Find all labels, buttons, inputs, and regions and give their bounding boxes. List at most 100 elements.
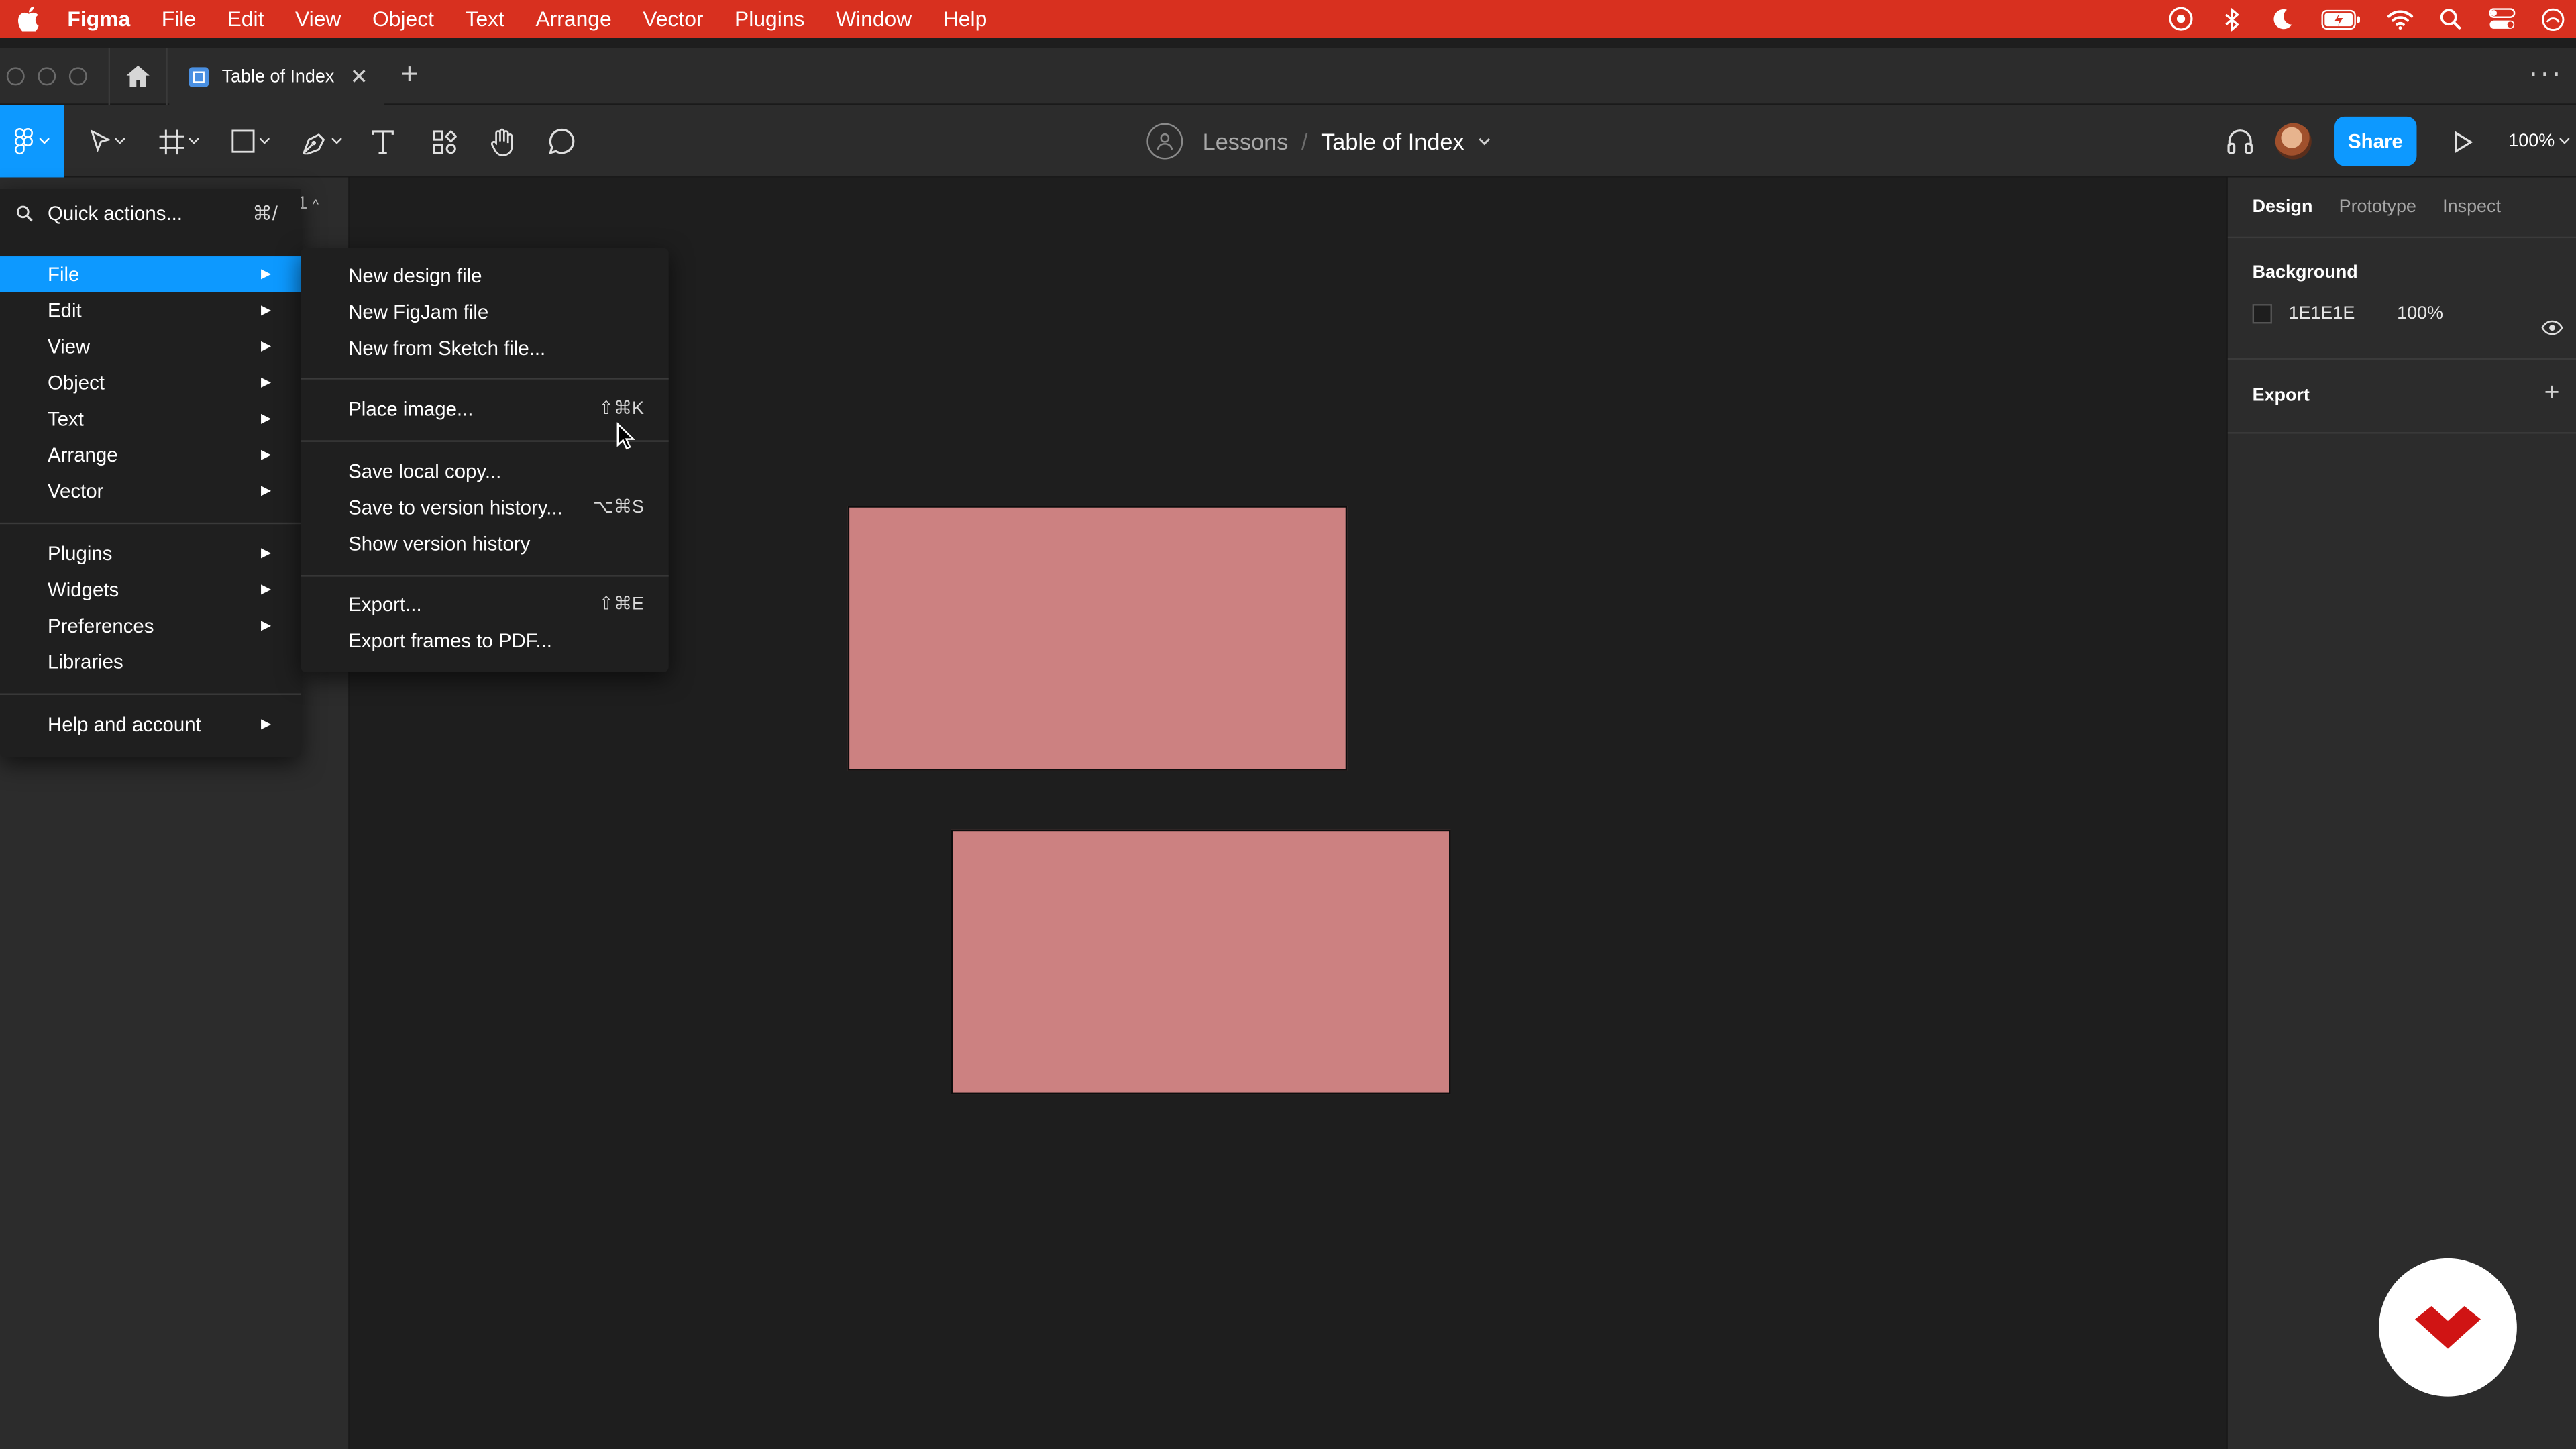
quick-actions-item[interactable]: Quick actions... ⌘/: [0, 189, 301, 238]
bluetooth-icon[interactable]: [2218, 7, 2246, 31]
tab-prototype[interactable]: Prototype: [2339, 197, 2416, 237]
tab-design[interactable]: Design: [2253, 197, 2313, 237]
submenu-item-label: New from Sketch file...: [348, 337, 546, 360]
main-menu-button[interactable]: [0, 105, 64, 178]
avatar[interactable]: [2275, 123, 2312, 160]
chevron-down-icon[interactable]: [1479, 137, 1491, 145]
main-menu-item-plugins[interactable]: Plugins ▶: [0, 535, 301, 572]
home-icon[interactable]: [108, 48, 168, 105]
submenu-item-export-frames-to-pdf[interactable]: Export frames to PDF...: [301, 623, 669, 659]
menubar-item-window[interactable]: Window: [820, 0, 928, 38]
submenu-arrow-icon: ▶: [261, 483, 272, 498]
tab-table-of-index[interactable]: Table of Index ✕: [169, 48, 385, 105]
tab-inspect[interactable]: Inspect: [2443, 197, 2501, 237]
frame-tool-button[interactable]: [153, 105, 205, 178]
rectangle-icon: [231, 129, 254, 153]
properties-tabs: Design Prototype Inspect: [2227, 177, 2576, 239]
submenu-item-place-image[interactable]: Place image... ⇧⌘K: [301, 391, 669, 427]
menubar-item-object[interactable]: Object: [357, 0, 450, 38]
breadcrumb-project[interactable]: Lessons: [1203, 128, 1289, 154]
zoom-dropdown[interactable]: 100%: [2508, 131, 2570, 151]
menubar-item-file[interactable]: File: [146, 0, 211, 38]
main-menu-item-libraries[interactable]: Libraries: [0, 644, 301, 680]
battery-icon[interactable]: [2320, 7, 2363, 30]
pen-tool-button[interactable]: [296, 105, 348, 178]
submenu-item-label: Save to version history...: [348, 496, 563, 519]
screen-share-icon[interactable]: [2167, 7, 2195, 31]
submenu-item-export[interactable]: Export... ⇧⌘E: [301, 586, 669, 623]
main-menu-item-vector[interactable]: Vector ▶: [0, 473, 301, 509]
menubar-item-arrange[interactable]: Arrange: [520, 0, 627, 38]
eye-icon[interactable]: [2541, 320, 2563, 340]
present-play-icon[interactable]: [2446, 130, 2482, 152]
shape-tool-button[interactable]: [223, 105, 276, 178]
plus-icon[interactable]: +: [2544, 380, 2560, 409]
background-hex-input[interactable]: 1E1E1E: [2288, 304, 2397, 323]
text-icon: [372, 129, 394, 154]
menu-divider: [301, 440, 669, 442]
siri-icon[interactable]: [2538, 7, 2567, 30]
chevron-down-icon: [258, 138, 269, 144]
submenu-item-new-design-file[interactable]: New design file: [301, 258, 669, 294]
background-opacity-input[interactable]: 100%: [2397, 304, 2443, 323]
main-menu-item-view[interactable]: View ▶: [0, 329, 301, 365]
maximize-window-button[interactable]: [68, 67, 87, 86]
minimize-window-button[interactable]: [38, 67, 56, 86]
resources-tool-button[interactable]: [425, 105, 462, 178]
submenu-item-show-version-history[interactable]: Show version history: [301, 526, 669, 562]
main-menu-item-object[interactable]: Object ▶: [0, 365, 301, 401]
submenu-item-new-from-sketch[interactable]: New from Sketch file...: [301, 330, 669, 366]
shortcut-label: ⌥⌘S: [593, 498, 645, 518]
spotlight-search-icon[interactable]: [2436, 7, 2465, 30]
move-tool-button[interactable]: [82, 105, 131, 178]
control-center-icon[interactable]: [2487, 7, 2516, 30]
file-submenu: New design file New FigJam file New from…: [301, 248, 669, 672]
submenu-arrow-icon: ▶: [261, 581, 272, 596]
background-color-swatch[interactable]: [2252, 304, 2272, 324]
hand-tool-button[interactable]: [484, 105, 521, 178]
close-window-button[interactable]: [6, 67, 25, 86]
moon-icon[interactable]: [2269, 7, 2297, 30]
rectangle-2[interactable]: [951, 829, 1451, 1095]
main-menu-item-text[interactable]: Text ▶: [0, 401, 301, 437]
main-menu-item-file[interactable]: File ▶: [0, 256, 301, 292]
submenu-arrow-icon: ▶: [261, 447, 272, 462]
toolbar: Lessons / Table of Index Share 100%: [0, 105, 2576, 178]
wifi-icon[interactable]: [2385, 7, 2414, 30]
headphones-icon[interactable]: [2222, 128, 2259, 154]
menubar-item-plugins[interactable]: Plugins: [719, 0, 820, 38]
menubar-item-vector[interactable]: Vector: [627, 0, 719, 38]
team-avatar-icon[interactable]: [1146, 123, 1183, 160]
main-menu-item-label: Libraries: [48, 650, 123, 674]
submenu-item-new-figjam-file[interactable]: New FigJam file: [301, 294, 669, 330]
rectangle-1[interactable]: [847, 506, 1348, 771]
main-menu-item-widgets[interactable]: Widgets ▶: [0, 572, 301, 608]
main-menu: Quick actions... ⌘/ File ▶ Edit ▶ View ▶ Ob…: [0, 189, 301, 757]
menubar-app-name[interactable]: Figma: [56, 0, 146, 38]
submenu-arrow-icon: ▶: [261, 338, 272, 354]
menubar-item-text[interactable]: Text: [449, 0, 520, 38]
submenu-item-save-local-copy[interactable]: Save local copy...: [301, 453, 669, 490]
quick-actions-shortcut: ⌘/: [252, 202, 278, 225]
menubar-item-help[interactable]: Help: [928, 0, 1003, 38]
submenu-arrow-icon: ▶: [261, 617, 272, 633]
submenu-item-label: Save local copy...: [348, 460, 502, 484]
text-tool-button[interactable]: [365, 105, 401, 178]
menubar-item-view[interactable]: View: [280, 0, 357, 38]
new-tab-icon[interactable]: +: [401, 58, 419, 92]
file-name[interactable]: Table of Index: [1321, 128, 1464, 154]
more-options-icon[interactable]: ···: [2528, 56, 2563, 90]
main-menu-item-preferences[interactable]: Preferences ▶: [0, 608, 301, 644]
apple-menu-icon[interactable]: [0, 6, 56, 32]
menubar-item-edit[interactable]: Edit: [211, 0, 279, 38]
submenu-item-save-to-version-history[interactable]: Save to version history... ⌥⌘S: [301, 490, 669, 526]
submenu-arrow-icon: ▶: [261, 266, 272, 281]
comment-tool-button[interactable]: [544, 105, 580, 178]
window-controls: [6, 67, 87, 86]
main-menu-item-help-and-account[interactable]: Help and account ▶: [0, 706, 301, 743]
close-tab-icon[interactable]: ✕: [350, 64, 368, 91]
share-button[interactable]: Share: [2334, 116, 2417, 166]
main-menu-item-arrange[interactable]: Arrange ▶: [0, 437, 301, 473]
comment-icon: [549, 128, 575, 155]
main-menu-item-edit[interactable]: Edit ▶: [0, 292, 301, 329]
